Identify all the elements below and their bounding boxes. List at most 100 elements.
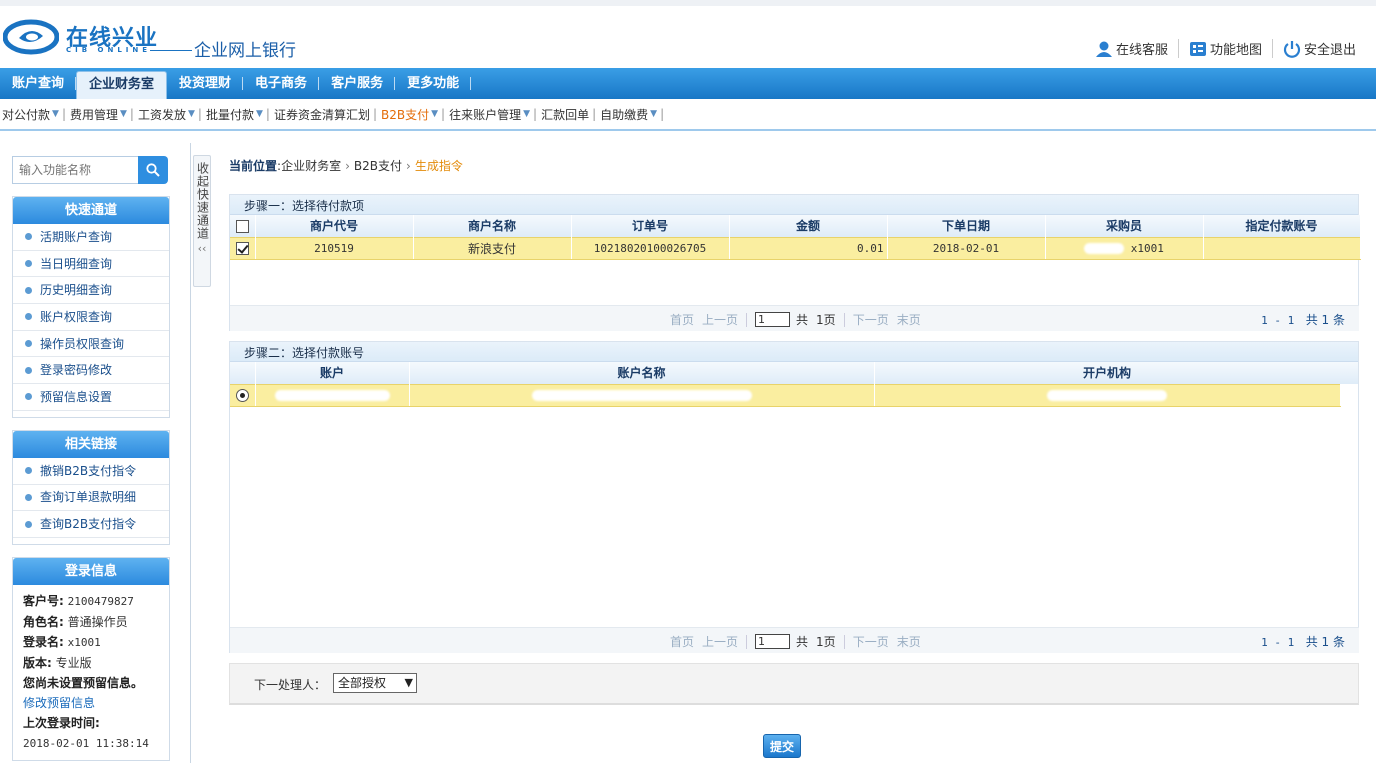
pager-next[interactable]: 下一页: [853, 311, 889, 328]
modify-reserved-info-link[interactable]: 修改预留信息: [23, 696, 95, 710]
bullet-icon: [25, 286, 32, 294]
next-handler-select[interactable]: 全部授权 ▼: [333, 673, 417, 693]
bullet-icon: [25, 493, 32, 501]
select-all-header: [230, 215, 256, 237]
pager-last[interactable]: 末页: [897, 311, 921, 328]
related-link[interactable]: 查询订单退款明细: [13, 485, 169, 512]
bullet-icon: [25, 313, 32, 321]
quick-link-label: 预留信息设置: [40, 389, 113, 404]
nav-finance-room[interactable]: 企业财务室: [76, 71, 168, 99]
logout-link[interactable]: 安全退出: [1271, 39, 1366, 58]
designated-account-cell: [1203, 236, 1361, 260]
redacted-mark: [1047, 390, 1167, 401]
quick-link[interactable]: 活期账户查询: [13, 224, 169, 251]
pager-first[interactable]: 首页: [670, 633, 694, 650]
subnav-label: 证券资金清算汇划: [273, 107, 370, 122]
row-checkbox-cell: [230, 236, 256, 260]
quick-link[interactable]: 当日明细查询: [13, 251, 169, 278]
subnav-payroll[interactable]: 工资发放 ▼: [136, 106, 196, 123]
reserved-info-notice: 您尚未设置预留信息。: [23, 675, 144, 690]
chevron-down-icon: ▼: [431, 109, 439, 119]
bullet-icon: [25, 340, 32, 348]
nav-account-query[interactable]: 账户查询: [0, 68, 77, 99]
pager-last[interactable]: 末页: [897, 633, 921, 650]
column-header: 下单日期: [887, 215, 1046, 237]
subnav-account-mgmt[interactable]: 往来账户管理 ▼: [447, 106, 531, 123]
page-number-input[interactable]: 1: [755, 312, 791, 327]
subnav-label: 费用管理: [69, 107, 118, 122]
submit-button[interactable]: 提交: [763, 734, 801, 758]
nav-ecommerce[interactable]: 电子商务: [243, 68, 320, 99]
search-button[interactable]: [138, 156, 168, 184]
breadcrumb-item[interactable]: 企业财务室: [281, 159, 341, 173]
nav-customer-service[interactable]: 客户服务: [319, 68, 396, 99]
logo-subtext: CIB ONLINE: [66, 46, 152, 54]
account-radio[interactable]: [235, 388, 249, 402]
chevron-right-icon: ›: [345, 159, 350, 173]
step2-title: 步骤二：选择付款账号: [230, 342, 1358, 362]
quick-link[interactable]: 操作员权限查询: [13, 331, 169, 358]
pager-first[interactable]: 首页: [670, 311, 694, 328]
quick-link[interactable]: 账户权限查询: [13, 304, 169, 331]
column-header: 订单号: [571, 215, 730, 237]
related-link[interactable]: 撤销B2B支付指令: [13, 458, 169, 485]
pager-summary: 1 - 1 共 1 条: [1261, 633, 1345, 650]
column-header: 账户: [255, 362, 410, 384]
chevron-down-icon: ▼: [120, 109, 127, 119]
merchant-code-cell: 210519: [255, 236, 414, 260]
divider: |: [197, 107, 202, 121]
subnav-self-payment[interactable]: 自助缴费 ▼: [598, 106, 658, 123]
notice-row: 您尚未设置预留信息。: [23, 673, 159, 693]
divider: |: [265, 107, 270, 121]
subnav-corporate-payment[interactable]: 对公付款 ▼: [0, 106, 60, 123]
column-header: 商户名称: [413, 215, 572, 237]
pager-prev[interactable]: 上一页: [702, 311, 738, 328]
select-all-checkbox[interactable]: [235, 219, 249, 233]
column-header: 账户名称: [409, 362, 875, 384]
table-row[interactable]: 210519 新浪支付 10218020100026705 0.01 2018-…: [230, 236, 1361, 260]
table-row[interactable]: [230, 383, 1341, 407]
online-service-link[interactable]: 在线客服: [1085, 39, 1178, 58]
pager-next[interactable]: 下一页: [853, 633, 889, 650]
subnav-batch-payment[interactable]: 批量付款 ▼: [204, 106, 264, 123]
next-handler-label: 下一处理人：: [254, 678, 327, 692]
subnav-expense-mgmt[interactable]: 费用管理 ▼: [68, 106, 128, 123]
sidebar-divider: [190, 143, 191, 763]
quick-link[interactable]: 历史明细查询: [13, 277, 169, 305]
subnav-b2b-payment[interactable]: B2B支付 ▼: [379, 106, 439, 123]
pager-count: 共 1 条: [1305, 313, 1345, 327]
buyer-value: x1001: [1130, 241, 1164, 255]
column-header: 商户代号: [255, 215, 414, 237]
panel-footer: [13, 411, 169, 417]
version-value: 专业版: [55, 655, 92, 670]
redacted-mark: [1084, 243, 1125, 254]
last-login-value: 2018-02-01 11:38:14: [23, 736, 149, 750]
payment-account-table: 账户 账户名称 开户机构: [230, 362, 1341, 407]
row-checkbox[interactable]: [235, 241, 249, 255]
login-info-body: 客户号: 2100479827 角色名: 普通操作员 登录名: x1001 版本…: [13, 585, 169, 760]
next-handler-value: 全部授权: [338, 676, 387, 690]
divider: [746, 312, 748, 327]
subnav-label: 工资发放: [137, 107, 186, 122]
pager-prev[interactable]: 上一页: [702, 633, 738, 650]
nav-investment[interactable]: 投资理财: [167, 68, 244, 99]
bullet-icon: [25, 467, 32, 475]
pager-total-pages: 1页: [816, 313, 836, 327]
page-number-input[interactable]: 1: [755, 634, 791, 649]
bullet-icon: [25, 366, 32, 374]
subnav-securities-clearing[interactable]: 证券资金清算汇划: [272, 106, 371, 123]
collapse-quick-access-button[interactable]: 收起快速通道 ‹‹: [193, 155, 211, 287]
collapse-label: 收起快速通道: [195, 162, 210, 240]
quick-link[interactable]: 登录密码修改: [13, 357, 169, 385]
quick-link[interactable]: 预留信息设置: [13, 384, 169, 411]
function-map-link[interactable]: 功能地图: [1177, 39, 1272, 58]
nav-more[interactable]: 更多功能: [395, 68, 472, 99]
related-link[interactable]: 查询B2B支付指令: [13, 511, 169, 538]
last-login-label: 上次登录时间:: [23, 715, 100, 730]
chevron-down-icon: ▼: [523, 109, 531, 119]
subnav-remittance-receipt[interactable]: 汇款回单: [539, 106, 590, 123]
breadcrumb-item[interactable]: B2B支付: [354, 159, 402, 173]
function-search-input[interactable]: [12, 156, 138, 184]
function-map-icon: [1189, 41, 1206, 56]
search-icon: [146, 163, 160, 177]
